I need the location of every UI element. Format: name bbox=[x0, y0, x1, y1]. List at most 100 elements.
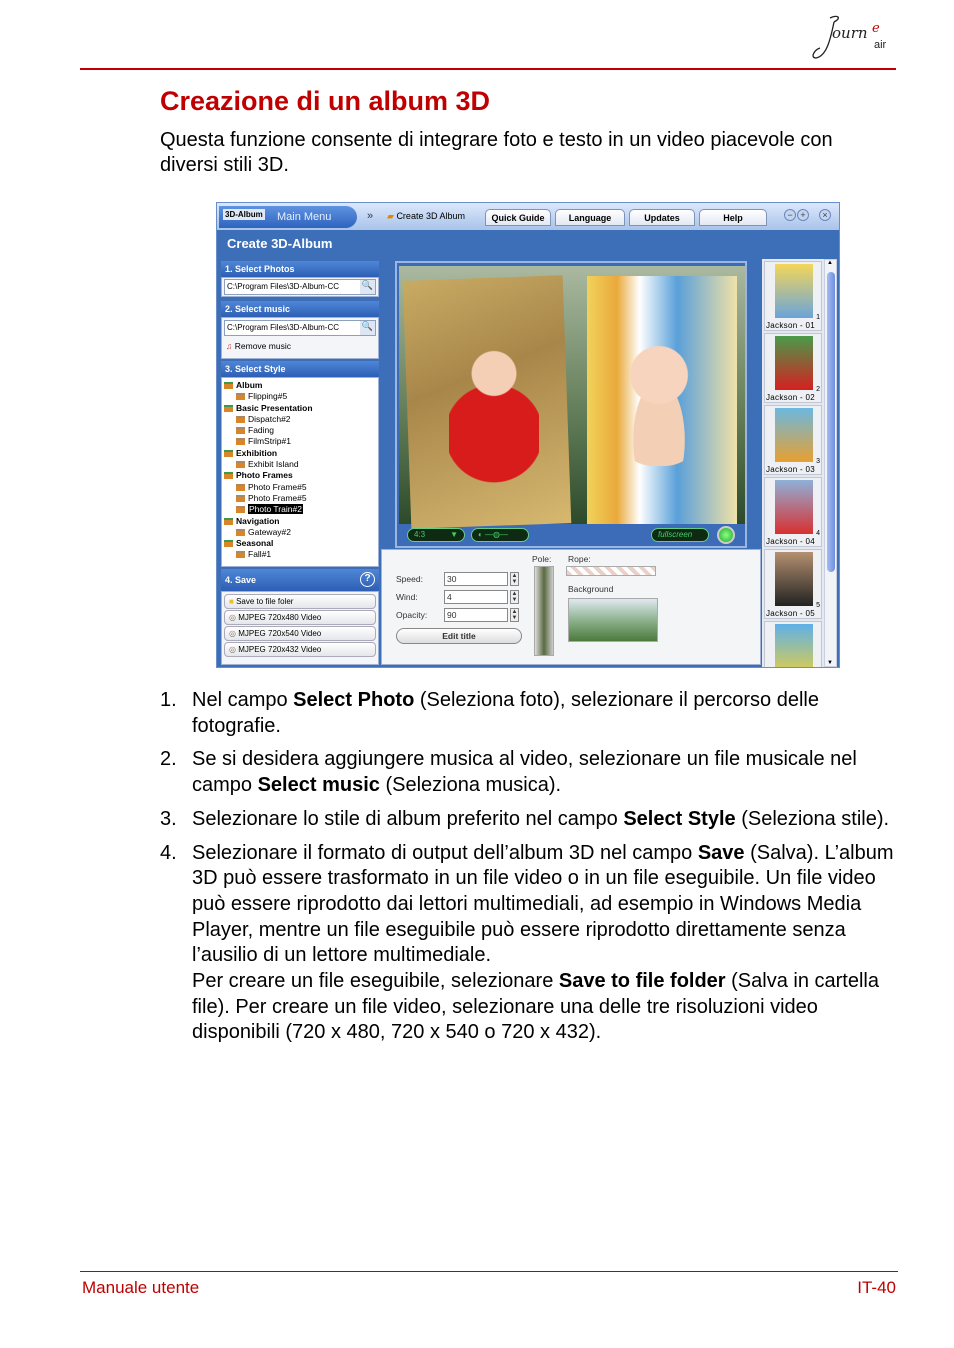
style-item[interactable]: FilmStrip#1 bbox=[224, 436, 378, 447]
music-note-icon: ♫ bbox=[226, 341, 233, 351]
photo-thumbnail[interactable] bbox=[764, 621, 822, 667]
photo-thumbnail[interactable]: 2 Jackson - 02 bbox=[764, 333, 822, 403]
scroll-down-icon[interactable]: ▼ bbox=[827, 660, 833, 666]
wind-stepper[interactable]: ▲ ▼ bbox=[510, 590, 519, 604]
section-select-photos: 1. Select Photos bbox=[221, 261, 379, 277]
folder-icon bbox=[236, 483, 245, 491]
scroll-up-icon[interactable]: ▲ bbox=[827, 260, 833, 266]
maximize-icon[interactable]: + bbox=[797, 209, 809, 221]
style-item[interactable]: Fading bbox=[224, 425, 378, 436]
photo-thumbnail[interactable]: 1 Jackson - 01 bbox=[764, 261, 822, 331]
mjpeg-720x432-button[interactable]: ◎ MJPEG 720x432 Video bbox=[224, 642, 376, 657]
folder-icon bbox=[236, 506, 245, 514]
section-select-style: 3. Select Style bbox=[221, 361, 379, 377]
speed-input[interactable]: 30 bbox=[444, 572, 508, 586]
left-panel: 1. Select Photos C:\Program Files\3D-Alb… bbox=[221, 259, 379, 665]
tab-language[interactable]: Language bbox=[555, 209, 625, 226]
music-path-input[interactable]: C:\Program Files\3D-Album-CC 🔍 bbox=[224, 320, 376, 336]
style-item[interactable]: Fall#1 bbox=[224, 549, 378, 560]
style-item[interactable]: Photo Frame#5 bbox=[224, 482, 378, 493]
style-item[interactable]: Photo Frame#5 bbox=[224, 493, 378, 504]
step-item: 2. Se si desidera aggiungere musica al vi… bbox=[160, 748, 857, 797]
thumbnail-image bbox=[775, 552, 813, 606]
rope-swatch[interactable] bbox=[566, 566, 656, 576]
style-item[interactable]: Flipping#5 bbox=[224, 391, 378, 402]
svg-text:air: air bbox=[874, 39, 887, 51]
remove-music-button[interactable]: ♫ Remove music bbox=[226, 341, 291, 351]
intro-text: Questa funzione consente di integrare fo… bbox=[160, 129, 833, 176]
style-properties: Speed: 30 ▲ ▼ Wind: 4 ▲ ▼ Opacity: 90 ▲ ▼ E… bbox=[381, 549, 761, 665]
thumbnail-list: 1 Jackson - 01 2 Jackson - 02 3 Jackson - 03 4… bbox=[762, 259, 824, 667]
fullscreen-button[interactable]: fullscreen bbox=[651, 528, 709, 542]
tab-help[interactable]: Help bbox=[699, 209, 767, 226]
volume-slider[interactable]: ◐ —◍— bbox=[471, 528, 529, 542]
ui-field-name: Select Style bbox=[623, 807, 736, 830]
style-category[interactable]: Seasonal bbox=[224, 538, 378, 549]
journe-air-logo: ourn e air bbox=[812, 15, 887, 59]
step-item: 3. Selezionare lo stile di album preferit… bbox=[160, 807, 890, 830]
svg-text:e: e bbox=[872, 21, 880, 36]
folder-icon bbox=[236, 494, 245, 502]
style-item[interactable]: Dispatch#2 bbox=[224, 414, 378, 425]
style-category[interactable]: Album bbox=[224, 380, 378, 391]
help-icon[interactable]: ? bbox=[360, 572, 375, 587]
style-tree: Album Flipping#5 Basic Presentation Dispatc… bbox=[221, 377, 379, 567]
folder-icon bbox=[224, 382, 233, 389]
folder-icon bbox=[236, 438, 245, 446]
footer-manual-label: Manuale utente bbox=[82, 1278, 200, 1297]
style-category[interactable]: Navigation bbox=[224, 516, 378, 527]
folder-icon bbox=[236, 415, 245, 423]
photo-thumbnail[interactable]: 5 Jackson - 05 bbox=[764, 549, 822, 619]
speed-stepper[interactable]: ▲ ▼ bbox=[510, 572, 519, 586]
ui-field-name: Select music bbox=[257, 774, 380, 797]
browse-icon[interactable]: 🔍 bbox=[360, 321, 375, 335]
mjpeg-720x480-button[interactable]: ◎ MJPEG 720x480 Video bbox=[224, 610, 376, 625]
mjpeg-720x540-button[interactable]: ◎ MJPEG 720x540 Video bbox=[224, 626, 376, 641]
style-item[interactable]: Gateway#2 bbox=[224, 527, 378, 538]
save-to-file-folder-button[interactable]: ■ Save to file foler bbox=[224, 594, 376, 609]
thumbnail-image bbox=[775, 624, 813, 667]
photo-thumbnail[interactable]: 4 Jackson - 04 bbox=[764, 477, 822, 547]
steps-list: 1. Nel campo Select Photo (Seleziona foto… bbox=[160, 688, 900, 1054]
folder-icon bbox=[236, 551, 245, 559]
opacity-stepper[interactable]: ▲ ▼ bbox=[510, 608, 519, 622]
ui-field-name: Save to file folder bbox=[558, 970, 726, 993]
edit-title-button[interactable]: Edit title bbox=[396, 628, 522, 644]
style-category[interactable]: Photo Frames bbox=[224, 470, 378, 481]
tab-quick-guide[interactable]: Quick Guide bbox=[485, 209, 551, 226]
opacity-input[interactable]: 90 bbox=[444, 608, 508, 622]
folder-icon bbox=[236, 528, 245, 536]
aspect-ratio-select[interactable]: 4:3 ▼ bbox=[407, 528, 465, 542]
header-rule bbox=[80, 68, 896, 70]
section-save: 4. Save? bbox=[221, 569, 379, 591]
baby-bath-image bbox=[614, 336, 704, 466]
style-category[interactable]: Exhibition bbox=[224, 448, 378, 459]
page-number: IT-40 bbox=[857, 1278, 896, 1297]
ui-field-name: Select Photo bbox=[293, 689, 415, 711]
style-item[interactable]: Photo Train#2 bbox=[224, 504, 378, 515]
background-swatch[interactable] bbox=[568, 598, 658, 642]
wind-input[interactable]: 4 bbox=[444, 590, 508, 604]
style-category[interactable]: Basic Presentation bbox=[224, 403, 378, 414]
footer-rule bbox=[80, 1271, 898, 1272]
minimize-icon[interactable]: − bbox=[784, 209, 796, 221]
folder-icon bbox=[236, 393, 245, 401]
play-button[interactable] bbox=[717, 526, 735, 544]
browse-icon[interactable]: 🔍 bbox=[360, 280, 375, 294]
folder-icon bbox=[224, 449, 233, 457]
style-item[interactable]: Exhibit Island bbox=[224, 459, 378, 470]
baby-ladybug-image bbox=[449, 336, 539, 486]
folder-icon bbox=[224, 540, 233, 548]
app-window-title: Create 3D-Album bbox=[227, 236, 333, 251]
tab-create-3d-album[interactable]: ▰ Create 3D Album bbox=[387, 211, 465, 222]
pole-swatch[interactable] bbox=[534, 566, 554, 656]
photos-path-input[interactable]: C:\Program Files\3D-Album-CC 🔍 bbox=[224, 279, 376, 295]
photo-thumbnail[interactable]: 3 Jackson - 03 bbox=[764, 405, 822, 475]
folder-icon bbox=[236, 461, 245, 469]
thumbnail-image bbox=[775, 408, 813, 462]
app-logo: 3D-Album bbox=[223, 209, 265, 220]
thumbnail-scrollbar[interactable]: ▲ ▼ bbox=[824, 259, 837, 667]
close-icon[interactable]: × bbox=[819, 209, 831, 221]
tab-updates[interactable]: Updates bbox=[629, 209, 695, 226]
step-item: 4. Selezionare il formato di output dell’… bbox=[160, 841, 894, 1044]
